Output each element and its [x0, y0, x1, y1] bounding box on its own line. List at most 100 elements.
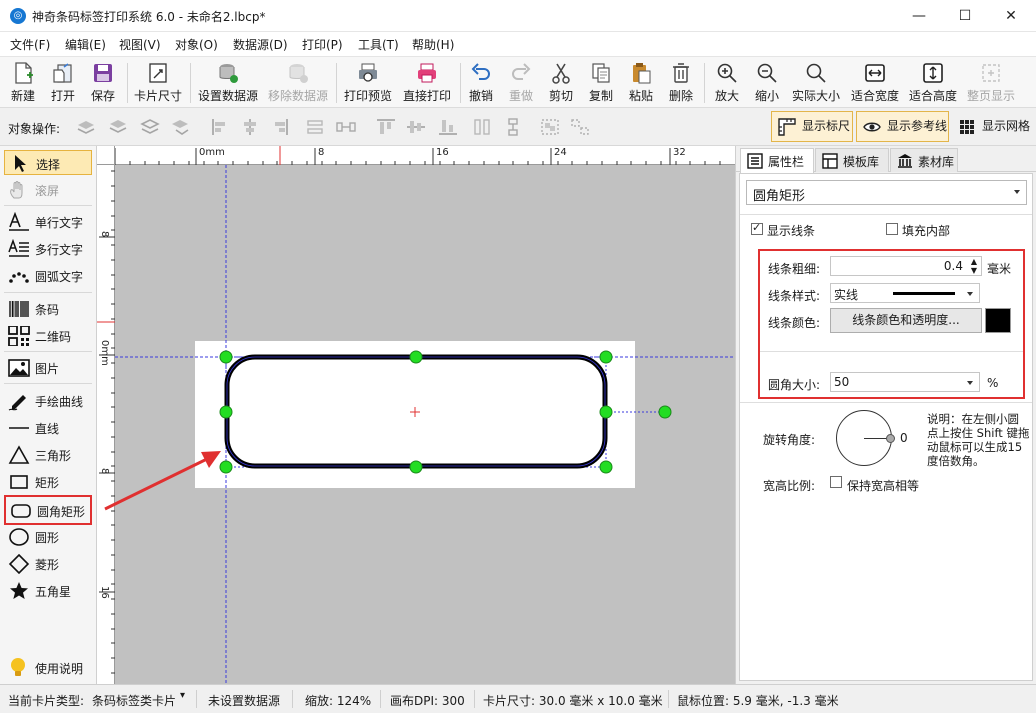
- grid-icon: [960, 120, 974, 134]
- group-icon[interactable]: [540, 118, 560, 136]
- resize-handle-top[interactable]: [409, 350, 423, 364]
- shape-type-dropdown[interactable]: 圆角矩形: [746, 180, 1027, 205]
- menu-view[interactable]: 视图(V): [119, 36, 161, 53]
- menu-print[interactable]: 打印(P): [302, 36, 343, 53]
- card-size-button[interactable]: 卡片尺寸: [131, 59, 185, 107]
- align-top-icon[interactable]: [376, 118, 396, 136]
- redo-button[interactable]: 重做: [504, 59, 538, 107]
- resize-handle-bottom-right[interactable]: [599, 460, 613, 474]
- align-bottom-icon[interactable]: [438, 118, 458, 136]
- chevron-down-icon[interactable]: ▾: [180, 690, 185, 701]
- tool-rounded-rectangle[interactable]: 圆角矩形: [4, 495, 92, 525]
- tool-freehand[interactable]: 手绘曲线: [4, 388, 92, 413]
- line-style-dropdown[interactable]: 实线: [830, 283, 980, 303]
- corner-size-dropdown[interactable]: 50: [830, 372, 980, 392]
- tool-line[interactable]: 直线: [4, 415, 92, 440]
- align-left-icon[interactable]: [210, 118, 230, 136]
- menu-tools[interactable]: 工具(T): [358, 36, 399, 53]
- menu-help[interactable]: 帮助(H): [412, 36, 454, 53]
- tool-arc-text[interactable]: 圆弧文字: [4, 263, 92, 288]
- open-button[interactable]: 打开: [44, 59, 82, 107]
- layer-up-icon[interactable]: [76, 118, 96, 136]
- show-grid-toggle[interactable]: 显示网格: [951, 111, 1033, 142]
- tool-diamond[interactable]: 菱形: [4, 551, 92, 576]
- resize-handle-top-left[interactable]: [219, 350, 233, 364]
- tool-single-line-text[interactable]: 单行文字: [4, 209, 92, 234]
- align-middle-icon[interactable]: [406, 118, 426, 136]
- tool-qrcode[interactable]: 二维码: [4, 323, 92, 348]
- design-canvas[interactable]: 0mm 8 16 24 32 8 0mm 8 16: [97, 146, 735, 684]
- resize-handle-bottom-left[interactable]: [219, 460, 233, 474]
- equal-width-icon[interactable]: [305, 118, 325, 136]
- delete-button[interactable]: 删除: [664, 59, 698, 107]
- remove-datasource-button[interactable]: 移除数据源: [266, 59, 330, 107]
- tool-image[interactable]: 图片: [4, 355, 92, 380]
- diamond-icon: [8, 554, 30, 574]
- print-preview-button[interactable]: 打印预览: [341, 59, 395, 107]
- resize-handle-right[interactable]: [599, 405, 613, 419]
- rotation-knob[interactable]: [886, 434, 895, 443]
- save-button[interactable]: 保存: [84, 59, 122, 107]
- show-guides-toggle[interactable]: 显示参考线: [856, 111, 949, 142]
- resize-handle-bottom[interactable]: [409, 460, 423, 474]
- tool-help[interactable]: 使用说明: [4, 655, 92, 680]
- tool-separator: [4, 205, 92, 206]
- show-ruler-toggle[interactable]: 显示标尺: [771, 111, 853, 142]
- menu-file[interactable]: 文件(F): [10, 36, 50, 53]
- tool-triangle[interactable]: 三角形: [4, 442, 92, 467]
- zoom-out-button[interactable]: 缩小: [750, 59, 784, 107]
- spinner-arrows-icon[interactable]: ▲ ▼: [971, 257, 977, 275]
- show-border-checkbox[interactable]: [751, 221, 763, 235]
- align-center-icon[interactable]: [240, 118, 260, 136]
- menu-edit[interactable]: 编辑(E): [65, 36, 106, 53]
- resize-handle-left[interactable]: [219, 405, 233, 419]
- tool-rectangle[interactable]: 矩形: [4, 469, 92, 494]
- zoom-in-button[interactable]: 放大: [710, 59, 744, 107]
- undo-button[interactable]: 撤销: [464, 59, 498, 107]
- distribute-vertical-icon[interactable]: [503, 118, 523, 136]
- line-color-button[interactable]: 线条颜色和透明度...: [830, 308, 982, 333]
- layer-top-icon[interactable]: [108, 118, 128, 136]
- close-button[interactable]: ✕: [988, 0, 1034, 32]
- fit-page-button[interactable]: 整页显示: [964, 59, 1018, 107]
- tab-library[interactable]: 素材库: [890, 148, 958, 172]
- tool-separator: [4, 351, 92, 352]
- card-type-selector[interactable]: 条码标签类卡片: [92, 692, 176, 709]
- tab-templates[interactable]: 模板库: [815, 148, 889, 172]
- tool-circle[interactable]: 圆形: [4, 524, 92, 549]
- maximize-button[interactable]: ☐: [942, 0, 988, 32]
- menu-object[interactable]: 对象(O): [175, 36, 218, 53]
- keep-aspect-checkbox[interactable]: [830, 476, 842, 488]
- copy-button[interactable]: 复制: [584, 59, 618, 107]
- fill-inside-checkbox[interactable]: [886, 223, 898, 235]
- paste-icon: [633, 63, 651, 84]
- tab-properties[interactable]: 属性栏: [740, 148, 814, 173]
- set-datasource-button[interactable]: 设置数据源: [196, 59, 260, 107]
- paste-button[interactable]: 粘贴: [624, 59, 658, 107]
- minimize-button[interactable]: —: [896, 0, 942, 32]
- direct-print-button[interactable]: 直接打印: [400, 59, 454, 107]
- tool-select[interactable]: 选择: [4, 150, 92, 175]
- equal-height-icon[interactable]: [472, 118, 492, 136]
- tool-star[interactable]: 五角星: [4, 578, 92, 603]
- layer-down-icon[interactable]: [140, 118, 160, 136]
- layer-bottom-icon[interactable]: [170, 118, 190, 136]
- tool-scroll[interactable]: 滚屏: [4, 177, 92, 202]
- fit-width-button[interactable]: 适合宽度: [848, 59, 902, 107]
- actual-size-button[interactable]: 实际大小: [788, 59, 844, 107]
- cut-button[interactable]: 剪切: [544, 59, 578, 107]
- resize-handle-top-right[interactable]: [599, 350, 613, 364]
- ungroup-icon[interactable]: [570, 118, 590, 136]
- align-right-icon[interactable]: [270, 118, 290, 136]
- line-color-swatch[interactable]: [985, 308, 1011, 333]
- rotation-dial[interactable]: [836, 410, 895, 466]
- line-width-spinner[interactable]: 0.4 ▲ ▼: [830, 256, 982, 276]
- fit-height-button[interactable]: 适合高度: [906, 59, 960, 107]
- menu-datasource[interactable]: 数据源(D): [233, 36, 288, 53]
- rotation-handle[interactable]: [658, 405, 672, 419]
- tool-multi-line-text[interactable]: 多行文字: [4, 236, 92, 261]
- new-button[interactable]: 新建: [4, 59, 42, 107]
- printer-icon: [418, 63, 436, 83]
- distribute-horizontal-icon[interactable]: [336, 118, 356, 136]
- tool-barcode[interactable]: 条码: [4, 296, 92, 321]
